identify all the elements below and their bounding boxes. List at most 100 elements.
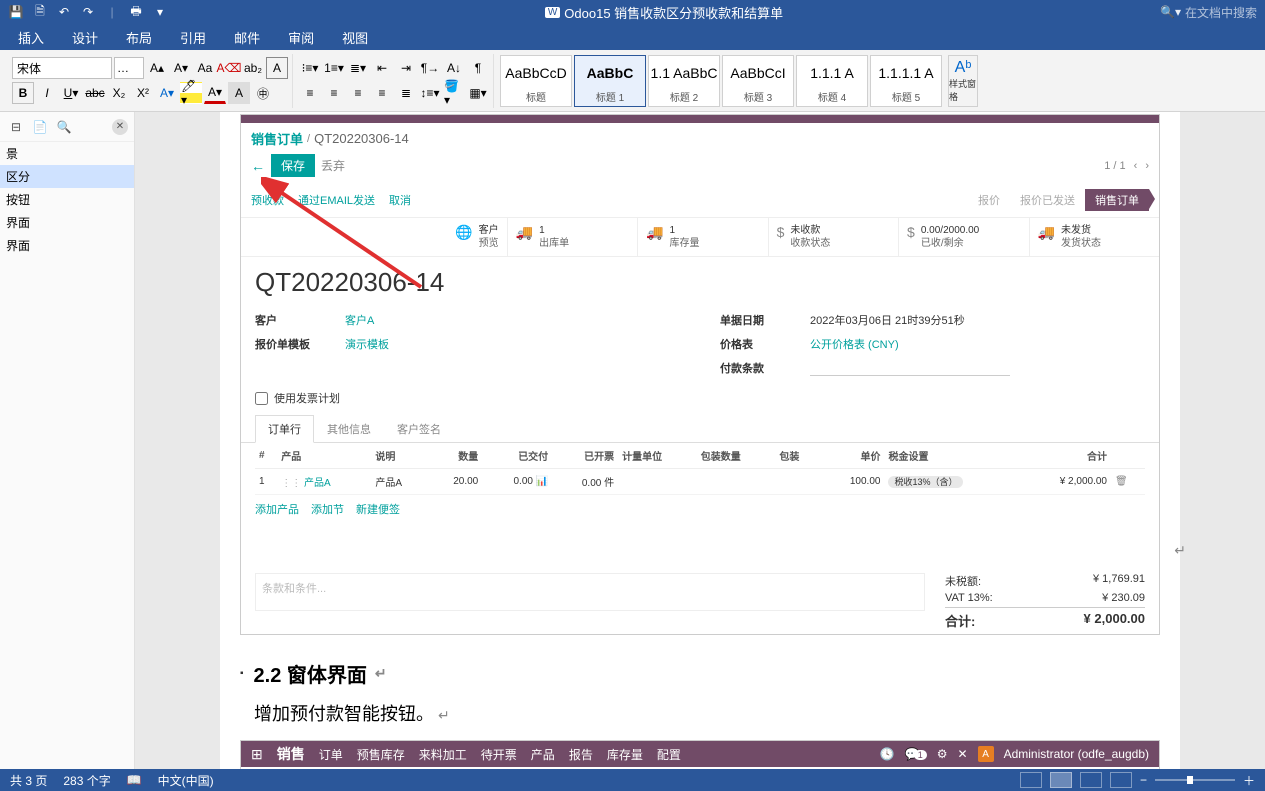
terms-input[interactable]: 条款和条件... [255,573,925,611]
nav-item[interactable]: 界面 [0,234,134,257]
top-menu-库存量[interactable]: 库存量 [607,746,643,763]
print-layout-icon[interactable] [1050,772,1072,788]
nav-add-icon[interactable]: 📄 [30,117,50,137]
shrink-font-icon[interactable]: A▾ [170,57,192,79]
borders-icon[interactable]: ▦▾ [467,82,489,104]
font-size-select[interactable] [114,57,144,79]
grow-font-icon[interactable]: A▴ [146,57,168,79]
language[interactable]: 中文(中国) [158,772,214,789]
chat-icon[interactable]: 💬1 [905,747,927,761]
menu-引用[interactable]: 引用 [166,24,220,51]
bullets-icon[interactable]: ⁝≡▾ [299,57,321,79]
multilevel-icon[interactable]: ≣▾ [347,57,369,79]
invoice-plan-checkbox[interactable]: 使用发票计划 [241,386,1159,410]
smart-button[interactable]: $未收款收款状态 [768,218,898,256]
style-pane-button[interactable]: Aᵇ 样式窗格 [948,55,978,107]
save-as-icon[interactable]: 🗎 [32,4,48,20]
discard-button[interactable]: 丢弃 [321,157,345,174]
show-marks-icon[interactable]: ¶ [467,57,489,79]
sort-icon[interactable]: A↓ [443,57,465,79]
tab-客户签名[interactable]: 客户签名 [384,415,454,443]
zoom-slider[interactable] [1155,779,1235,781]
page-count[interactable]: 共 3 页 [10,772,47,789]
status-step[interactable]: 销售订单 [1085,189,1149,211]
add-link[interactable]: 添加节 [311,501,344,517]
settings-icon[interactable]: ⚙ [937,747,948,761]
outline-icon[interactable] [1110,772,1132,788]
app-name[interactable]: 销售 [277,744,305,764]
menu-插入[interactable]: 插入 [4,24,58,51]
align-left-icon[interactable]: ≡ [299,82,321,104]
change-case-icon[interactable]: Aa [194,57,216,79]
line-spacing-icon[interactable]: ↕≡▾ [419,82,441,104]
zoom-out-icon[interactable]: − [1140,773,1147,787]
subscript-icon[interactable]: X₂ [108,82,130,104]
style-标题 3[interactable]: AaBbCcI标题 3 [722,55,794,107]
strike-icon[interactable]: abc [84,82,106,104]
menu-布局[interactable]: 布局 [112,24,166,51]
style-标题[interactable]: AaBbCcD标题 [500,55,572,107]
nav-item[interactable]: 界面 [0,211,134,234]
nav-item[interactable]: 区分 [0,165,134,188]
back-arrow-icon[interactable]: ← [251,158,265,174]
top-menu-订单[interactable]: 订单 [319,746,343,763]
smart-button[interactable]: $0.00/2000.00已收/剩余 [898,218,1028,256]
char-shading-icon[interactable]: A [228,82,250,104]
tab-订单行[interactable]: 订单行 [255,415,314,443]
pager-prev-icon[interactable]: ‹ [1134,160,1138,172]
menu-审阅[interactable]: 审阅 [274,24,328,51]
breadcrumb-root[interactable]: 销售订单 [251,129,303,148]
add-link[interactable]: 新建便签 [356,501,400,517]
top-menu-预售库存[interactable]: 预售库存 [357,746,405,763]
top-menu-产品[interactable]: 产品 [531,746,555,763]
smart-button[interactable]: 🚚未发货发货状态 [1029,218,1159,256]
top-menu-来料加工[interactable]: 来料加工 [419,746,467,763]
save-icon[interactable]: 💾 [8,4,24,20]
nav-list-icon[interactable]: ⊟ [6,117,26,137]
style-标题 1[interactable]: AaBbC标题 1 [574,55,646,107]
indent-right-icon[interactable]: ⇥ [395,57,417,79]
nav-item[interactable]: 按钮 [0,188,134,211]
smart-button[interactable]: 🌐客户预览 [241,218,507,256]
menu-设计[interactable]: 设计 [58,24,112,51]
status-step[interactable]: 报价已发送 [1010,189,1085,211]
spell-check-icon[interactable]: 📖 [127,773,142,787]
highlight-icon[interactable]: 🖊▾ [180,82,202,104]
redo-icon[interactable]: ↷ [80,4,96,20]
delete-line-icon[interactable]: 🗑 [1111,469,1145,495]
avatar[interactable]: A [978,746,994,762]
status-step[interactable]: 报价 [968,189,1010,211]
italic-icon[interactable]: I [36,82,58,104]
smart-button[interactable]: 🚚1库存量 [637,218,767,256]
user-name[interactable]: Administrator (odfe_augdb) [1004,747,1149,761]
print-icon[interactable]: 🖶 [128,4,144,20]
char-border-icon[interactable]: A [266,57,288,79]
save-button[interactable]: 保存 [271,154,315,177]
ltr-icon[interactable]: ¶→ [419,57,441,79]
distribute-icon[interactable]: ≣ [395,82,417,104]
activity-icon[interactable]: 🕓 [880,747,895,761]
document-area[interactable]: 销售订单 / QT20220306-14 ← 保存 丢弃 1 / 1 ‹ › [135,112,1265,769]
send-email-button[interactable]: 通过EMAIL发送 [298,192,375,208]
web-layout-icon[interactable] [1080,772,1102,788]
menu-邮件[interactable]: 邮件 [220,24,274,51]
top-menu-配置[interactable]: 配置 [657,746,681,763]
clear-format-icon[interactable]: A⌫ [218,57,240,79]
style-标题 4[interactable]: 1.1.1 A标题 4 [796,55,868,107]
style-标题 2[interactable]: 1.1 AaBbC标题 2 [648,55,720,107]
shading-icon[interactable]: 🪣▾ [443,82,465,104]
numbering-icon[interactable]: 1≡▾ [323,57,345,79]
text-effects-icon[interactable]: A▾ [156,82,178,104]
phonetic-icon[interactable]: ab₂ [242,57,264,79]
prepay-button[interactable]: 预收款 [251,192,284,208]
word-count[interactable]: 283 个字 [63,772,110,789]
font-color-icon[interactable]: A▾ [204,82,226,104]
enclose-icon[interactable]: ㊥ [252,82,274,104]
menu-视图[interactable]: 视图 [328,24,382,51]
top-menu-报告[interactable]: 报告 [569,746,593,763]
nav-close-icon[interactable]: ✕ [112,119,128,135]
apps-icon[interactable]: ⊞ [251,746,263,763]
cancel-button[interactable]: 取消 [389,192,411,208]
zoom-in-icon[interactable]: ＋ [1243,772,1255,789]
read-mode-icon[interactable] [1020,772,1042,788]
